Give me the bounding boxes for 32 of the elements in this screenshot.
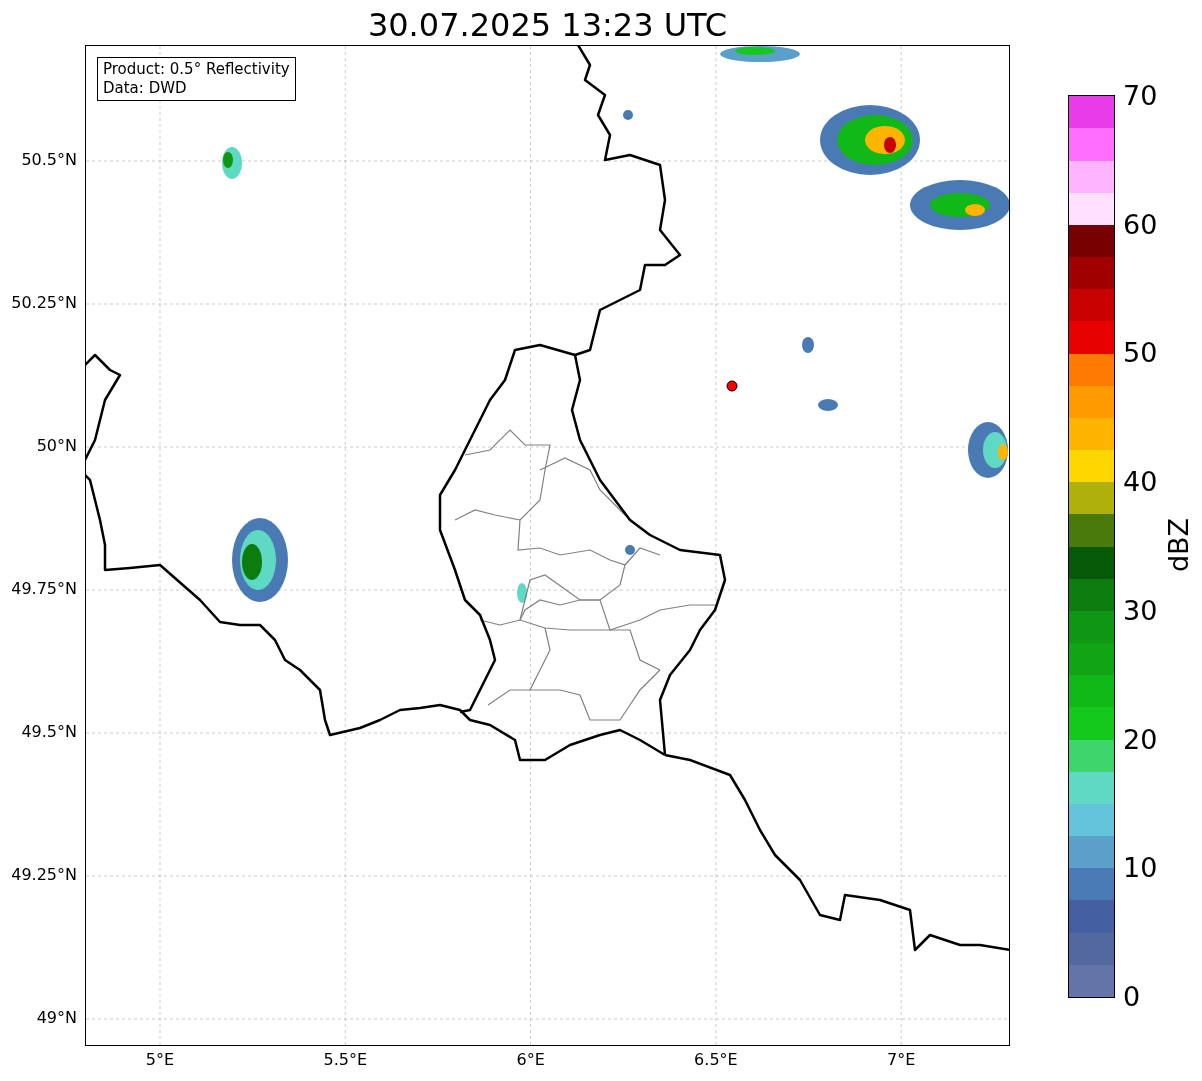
longitude-label: 5.5°E [323,1051,368,1069]
longitude-label: 6°E [516,1051,545,1069]
radar-echo [625,545,635,555]
radar-echo [818,399,838,411]
radar-echo [623,110,633,120]
latitude-label: 50°N [36,437,77,455]
location-marker [726,380,738,392]
radar-echo [517,583,527,603]
longitude-label: 6.5°E [694,1051,738,1069]
colorbar-tick-label: 30 [1123,595,1158,626]
colorbar-tick-label: 10 [1123,853,1158,884]
longitude-label: 5°E [145,1051,175,1069]
colorbar-tick-label: 0 [1123,982,1141,1012]
radar-echo [802,337,814,353]
colorbar-tick-label: 40 [1123,467,1158,498]
info-text: Data: DWD [103,79,188,98]
radar-echo [222,147,242,179]
latitude-label: 50.5°N [21,151,77,169]
latitude-label: 49.5°N [21,723,77,741]
latitude-label: 49°N [36,1009,77,1027]
info-text: Product: 0.5° Reflectivity [103,60,290,79]
colorbar-tick-label: 50 [1123,338,1158,369]
colorbar-tick-label: 20 [1123,724,1158,755]
colorbar-label: dBZ [1164,517,1195,573]
latitude-label: 49.75°N [11,580,77,598]
colorbar-tick-label: 60 [1123,209,1158,240]
chart-title: 30.07.2025 13:23 UTC [367,5,728,45]
latitude-label: 50.25°N [11,294,77,312]
colorbar-tick-label: 70 [1123,81,1158,111]
latitude-label: 49.25°N [11,866,77,884]
radar-echo [968,422,1008,478]
longitude-label: 7°E [887,1051,916,1069]
